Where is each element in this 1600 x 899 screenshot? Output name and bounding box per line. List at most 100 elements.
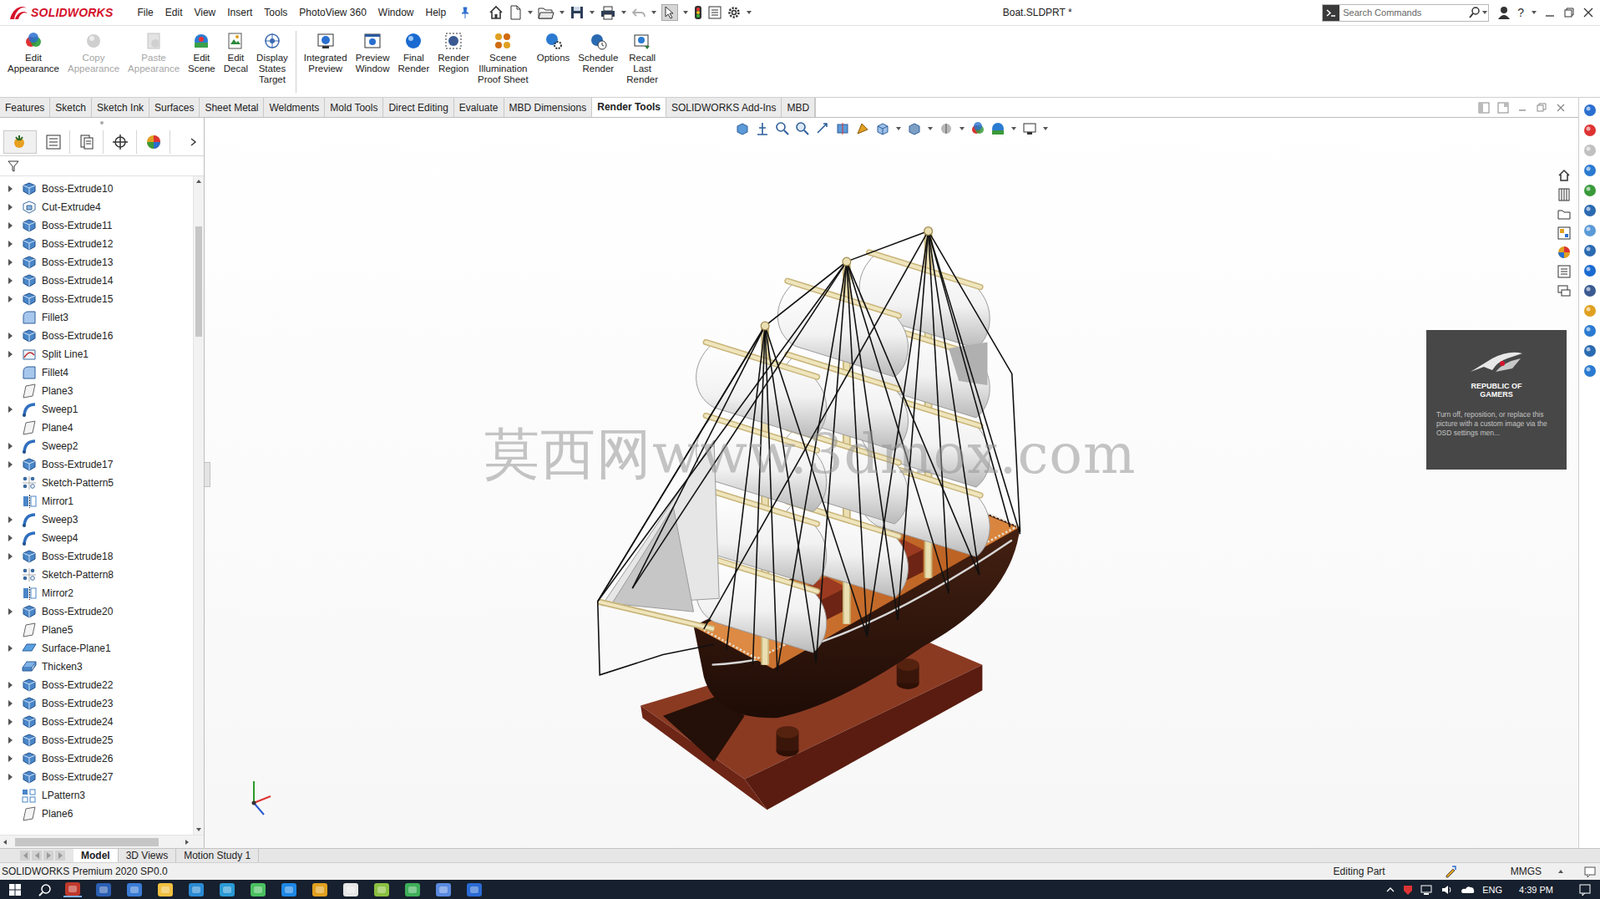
tree-item[interactable]: Cut-Extrude4 (0, 197, 193, 217)
ribbon-button[interactable]: Scene Illumination Proof Sheet (473, 30, 533, 86)
home-icon[interactable] (488, 5, 504, 21)
integrated-preview-icon[interactable] (315, 30, 336, 51)
tree-item[interactable]: Sweep2 (0, 436, 193, 456)
scroll-down-icon[interactable] (193, 824, 204, 835)
taskbar-app-icon[interactable] (217, 881, 237, 897)
command-tab[interactable]: Sketch Ink (91, 97, 150, 117)
menu-item[interactable]: Insert (221, 4, 259, 21)
taskbar-app-icon[interactable] (341, 881, 360, 897)
preview-window-icon[interactable] (362, 30, 383, 51)
first-tab-arrow-icon[interactable] (20, 850, 31, 861)
ribbon-button[interactable]: Options (532, 30, 575, 64)
property-manager-icon[interactable] (45, 133, 62, 151)
expand-arrow-icon[interactable] (5, 458, 17, 471)
section-view-icon[interactable] (835, 121, 851, 137)
configuration-manager-icon[interactable] (78, 133, 96, 151)
dropdown-caret-icon[interactable] (1481, 8, 1489, 17)
close-icon[interactable] (1581, 5, 1595, 20)
tree-vertical-scrollbar[interactable] (192, 176, 204, 835)
view-orientation-cube-icon[interactable] (875, 121, 891, 137)
panel-tab[interactable] (36, 130, 71, 154)
dropdown-caret-icon[interactable] (526, 8, 534, 17)
previous-view-icon[interactable] (815, 121, 831, 137)
taskbar-app-icon[interactable] (156, 881, 175, 897)
ribbon-button[interactable]: Edit Appearance (3, 30, 64, 75)
command-tab[interactable]: Evaluate (454, 97, 505, 117)
zoom-to-fit-icon[interactable] (774, 121, 790, 137)
expand-arrow-icon[interactable] (5, 256, 17, 269)
menu-item[interactable]: Window (372, 4, 421, 21)
bottom-tab[interactable]: 3D Views (118, 848, 177, 862)
next-tab-arrow-icon[interactable] (43, 850, 54, 861)
hide-show-icon[interactable] (938, 121, 954, 137)
dropdown-caret-icon[interactable] (958, 124, 966, 133)
tree-item[interactable]: Sketch-Pattern8 (0, 565, 193, 584)
dropdown-caret-icon[interactable] (558, 8, 566, 17)
dropdown-caret-icon[interactable] (650, 8, 658, 17)
dropdown-caret-icon[interactable] (1530, 8, 1538, 17)
tree-item[interactable]: Boss-Extrude13 (0, 253, 193, 272)
help-button[interactable]: ? (1516, 5, 1525, 20)
taskbar-app-icon[interactable] (434, 881, 453, 897)
render-tool-icon[interactable] (1582, 343, 1598, 359)
command-tab[interactable]: Sheet Metal (199, 97, 264, 117)
bottom-tab[interactable]: Motion Study 1 (176, 848, 259, 862)
tree-item[interactable]: Sweep1 (0, 400, 193, 419)
display-states-icon[interactable] (262, 30, 283, 51)
tree-item[interactable]: Boss-Extrude15 (0, 289, 193, 309)
file-properties-icon[interactable] (707, 5, 723, 21)
windows-start-icon[interactable] (8, 882, 22, 897)
doc-minimize-icon[interactable] (1516, 101, 1529, 114)
search-input[interactable] (1339, 7, 1469, 18)
ribbon-button[interactable]: Integrated Preview (299, 30, 352, 75)
ribbon-button[interactable]: Schedule Render (573, 30, 623, 75)
dynamic-annotation-icon[interactable] (855, 121, 871, 137)
appearances-scenes-icon[interactable] (1556, 244, 1572, 260)
panel-tab[interactable] (70, 130, 104, 154)
dropdown-caret-icon[interactable] (620, 8, 628, 17)
expand-arrow-icon[interactable] (5, 219, 17, 232)
proof-sheet-icon[interactable] (492, 30, 513, 51)
previous-tab-arrow-icon[interactable] (31, 850, 42, 861)
taskbar-app-icon[interactable] (248, 881, 268, 897)
pin-icon[interactable] (458, 5, 472, 20)
ribbon-button[interactable]: Final Render (394, 30, 435, 75)
tree-item[interactable]: Boss-Extrude25 (0, 730, 193, 750)
command-tab[interactable]: Sketch (50, 97, 92, 117)
dropdown-caret-icon[interactable] (895, 124, 902, 133)
section-plane-icon[interactable] (754, 121, 770, 137)
ribbon-button[interactable]: Preview Window (351, 30, 395, 75)
render-tool-icon[interactable] (1582, 263, 1598, 279)
open-folder-icon[interactable] (537, 5, 555, 21)
render-tool-icon[interactable] (1582, 243, 1598, 259)
input-language[interactable]: ENG (1482, 884, 1503, 895)
search-box[interactable] (1321, 4, 1489, 22)
expand-arrow-icon[interactable] (5, 605, 17, 618)
last-tab-arrow-icon[interactable] (55, 850, 66, 861)
expand-arrow-icon[interactable] (5, 403, 17, 416)
notifications-icon[interactable] (1578, 882, 1592, 897)
command-tab[interactable]: Mold Tools (324, 97, 384, 117)
tree-filter[interactable] (0, 156, 204, 177)
expand-arrow-icon[interactable] (5, 348, 17, 360)
render-tool-icon[interactable] (1582, 303, 1598, 319)
taskbar-app-icon[interactable] (465, 881, 484, 897)
graphics-area[interactable]: 莫西网www.3dmox.comREPUBLIC OF GAMERSTurn o… (204, 117, 1579, 848)
expand-arrow-icon[interactable] (5, 550, 17, 563)
panel-tab[interactable] (136, 130, 171, 154)
options-gear-icon[interactable] (726, 5, 742, 21)
tree-item[interactable]: Boss-Extrude18 (0, 546, 193, 566)
taskbar-app-icon[interactable] (403, 881, 422, 897)
taskbar-app-icon[interactable] (125, 881, 144, 897)
command-tab[interactable]: Direct Editing (383, 97, 454, 117)
render-region-icon[interactable] (443, 30, 464, 51)
scroll-left-icon[interactable] (0, 836, 11, 847)
save-icon[interactable] (569, 5, 585, 21)
panel-tab[interactable] (103, 130, 137, 154)
final-render-icon[interactable] (403, 30, 424, 51)
boat-model[interactable] (571, 215, 1041, 818)
render-tool-icon[interactable] (1582, 363, 1598, 379)
tree-item[interactable]: Boss-Extrude14 (0, 271, 193, 290)
tray-overflow-icon[interactable] (1385, 884, 1396, 895)
taskbar-app-icon[interactable] (310, 881, 330, 897)
